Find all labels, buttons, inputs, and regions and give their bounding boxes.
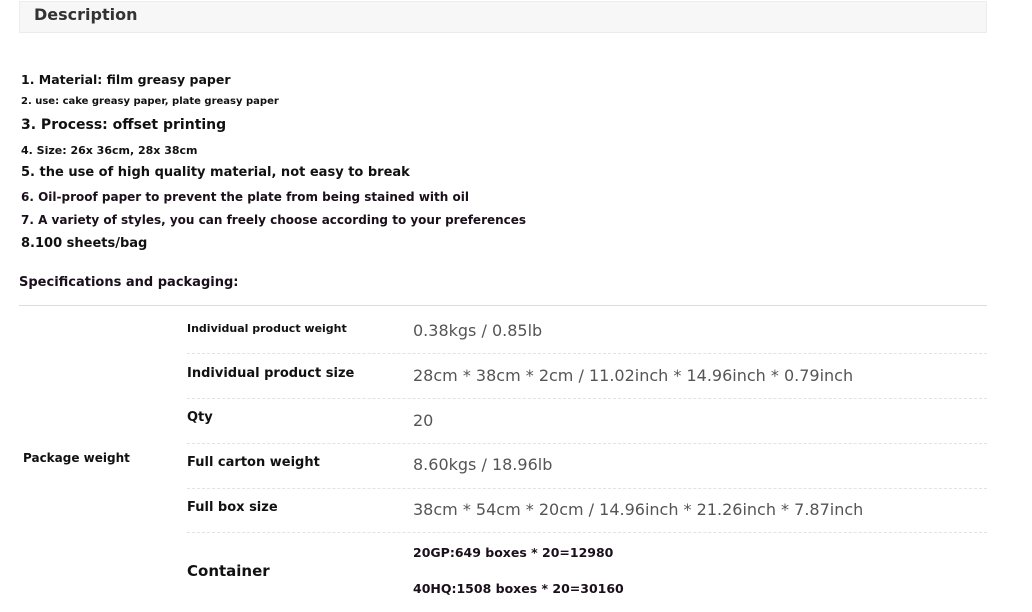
spec-row-divider: [187, 353, 987, 354]
description-header: Description: [19, 1, 987, 33]
specifications-title: Specifications and packaging:: [19, 275, 239, 290]
spec-row-divider: [187, 532, 987, 533]
package-weight-label: Package weight: [23, 451, 130, 465]
description-line-5: 5. the use of high quality material, not…: [21, 165, 410, 180]
spec-value-full-box-size: 38cm * 54cm * 20cm / 14.96inch * 21.26in…: [413, 500, 864, 519]
spec-value-container-40hq: 40HQ:1508 boxes * 20=30160: [413, 581, 624, 596]
spec-value-full-carton-weight: 8.60kgs / 18.96lb: [413, 455, 553, 474]
description-line-7: 7. A variety of styles, you can freely c…: [21, 213, 527, 227]
spec-label-full-carton-weight: Full carton weight: [187, 455, 320, 470]
description-line-6: 6. Oil-proof paper to prevent the plate …: [21, 190, 469, 204]
description-line-8: 8.100 sheets/bag: [21, 236, 148, 251]
specifications-divider: [19, 305, 987, 306]
spec-label-full-box-size: Full box size: [187, 500, 278, 515]
spec-value-individual-weight: 0.38kgs / 0.85lb: [413, 321, 543, 340]
spec-row-divider: [187, 398, 987, 399]
description-line-2: 2. use: cake greasy paper, plate greasy …: [21, 96, 279, 107]
description-line-3: 3. Process: offset printing: [21, 117, 227, 133]
description-title: Description: [34, 5, 138, 24]
description-line-1: 1. Material: film greasy paper: [21, 72, 231, 87]
spec-label-individual-weight: Individual product weight: [187, 322, 347, 335]
spec-label-qty: Qty: [187, 410, 213, 425]
spec-row-divider: [187, 488, 987, 489]
spec-label-container: Container: [187, 562, 270, 580]
spec-label-individual-size: Individual product size: [187, 366, 355, 381]
spec-value-individual-size: 28cm * 38cm * 2cm / 11.02inch * 14.96inc…: [413, 366, 854, 385]
description-line-4: 4. Size: 26x 36cm, 28x 38cm: [21, 144, 198, 157]
spec-value-container-20gp: 20GP:649 boxes * 20=12980: [413, 545, 614, 560]
spec-row-divider: [187, 443, 987, 444]
spec-value-qty: 20: [413, 411, 434, 430]
